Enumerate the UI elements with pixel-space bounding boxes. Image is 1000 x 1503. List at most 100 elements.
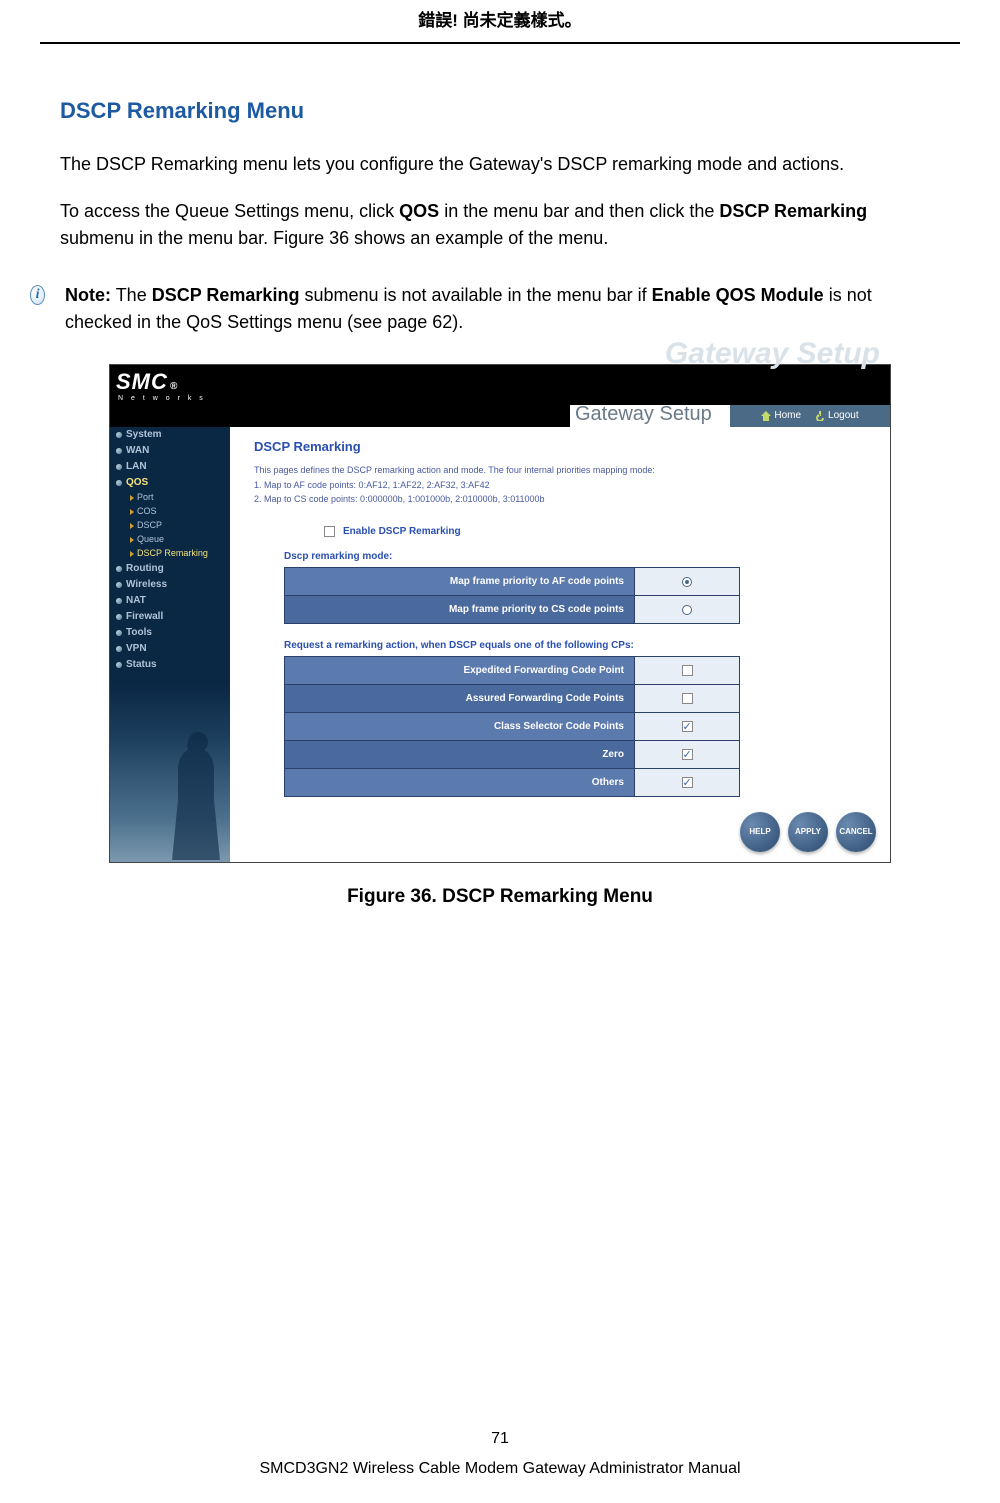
- sidebar-item-label: VPN: [126, 641, 147, 656]
- sidebar-sub-label: DSCP: [137, 519, 162, 533]
- bullet-icon: [116, 432, 122, 438]
- triangle-icon: [130, 509, 134, 515]
- footer: 71 SMCD3GN2 Wireless Cable Modem Gateway…: [0, 1427, 1000, 1481]
- main-panel: DSCP Remarking This pages defines the DS…: [230, 427, 890, 862]
- logo-text: SMC: [116, 365, 168, 398]
- table-row: Assured Forwarding Code Points: [285, 684, 740, 712]
- ui-banner: Gateway Setup Home Logout: [110, 405, 890, 427]
- sidebar-item-vpn[interactable]: VPN: [110, 641, 230, 657]
- access-paragraph: To access the Queue Settings menu, click…: [60, 198, 940, 252]
- sidebar-item-label: Routing: [126, 561, 164, 576]
- section-heading: DSCP Remarking Menu: [60, 94, 940, 127]
- cs-radio[interactable]: [682, 605, 692, 615]
- figure-caption: Figure 36. DSCP Remarking Menu: [60, 883, 940, 912]
- sidebar-item-label: System: [126, 427, 162, 442]
- ui-top-bar: SMC® N e t w o r k s Gateway Setup: [110, 365, 890, 405]
- sidebar-item-label: NAT: [126, 593, 146, 608]
- sidebar-sub-queue[interactable]: Queue: [110, 533, 230, 547]
- sidebar-sub-cos[interactable]: COS: [110, 505, 230, 519]
- page-heading: DSCP Remarking: [254, 437, 876, 457]
- enable-row: Enable DSCP Remarking: [324, 524, 876, 539]
- bullet-icon: [116, 448, 122, 454]
- sidebar-item-system[interactable]: System: [110, 427, 230, 443]
- others-checkbox[interactable]: [682, 777, 693, 788]
- request-heading: Request a remarking action, when DSCP eq…: [284, 638, 876, 653]
- bullet-icon: [116, 630, 122, 636]
- table-row: Map frame priority to CS code points: [285, 595, 740, 623]
- sidebar-sub-label: Port: [137, 491, 154, 505]
- sidebar-item-label: QOS: [126, 475, 148, 490]
- triangle-icon: [130, 537, 134, 543]
- banner-black: [110, 405, 570, 427]
- ef-checkbox[interactable]: [682, 665, 693, 676]
- cp-row-control: [635, 712, 740, 740]
- enable-dscp-checkbox[interactable]: [324, 526, 335, 537]
- sidebar-sub-port[interactable]: Port: [110, 491, 230, 505]
- cp-row-control: [635, 740, 740, 768]
- watermark-text: Gateway Setup: [665, 331, 880, 376]
- sidebar-item-wan[interactable]: WAN: [110, 443, 230, 459]
- text: submenu in the menu bar. Figure 36 shows…: [60, 228, 608, 248]
- banner-title: Gateway Setup: [575, 399, 712, 429]
- cancel-button[interactable]: CANCEL: [836, 812, 876, 852]
- mode-row-control: [635, 595, 740, 623]
- triangle-icon: [130, 495, 134, 501]
- cp-row-label: Zero: [285, 740, 635, 768]
- cp-row-label: Assured Forwarding Code Points: [285, 684, 635, 712]
- person-silhouette-icon: [168, 732, 224, 862]
- note-bold-2: Enable QOS Module: [652, 285, 824, 305]
- cs-checkbox[interactable]: [682, 721, 693, 732]
- sidebar-item-firewall[interactable]: Firewall: [110, 609, 230, 625]
- af-radio[interactable]: [682, 577, 692, 587]
- help-button[interactable]: HELP: [740, 812, 780, 852]
- logout-link-label: Logout: [828, 408, 859, 423]
- sidebar-item-routing[interactable]: Routing: [110, 561, 230, 577]
- page-content: DSCP Remarking Menu The DSCP Remarking m…: [0, 44, 1000, 912]
- sidebar-sub-dscp-remarking[interactable]: DSCP Remarking: [110, 547, 230, 561]
- bullet-icon: [116, 582, 122, 588]
- mode-table: Map frame priority to AF code points Map…: [284, 567, 740, 624]
- text: submenu is not available in the menu bar…: [299, 285, 651, 305]
- sidebar-item-label: Firewall: [126, 609, 163, 624]
- description-line: 1. Map to AF code points: 0:AF12, 1:AF22…: [254, 479, 876, 492]
- sidebar-item-label: Tools: [126, 625, 152, 640]
- table-row: Class Selector Code Points: [285, 712, 740, 740]
- ui-body: System WAN LAN QOS Port COS DSCP Queue D…: [110, 427, 890, 862]
- af-checkbox[interactable]: [682, 693, 693, 704]
- table-row: Map frame priority to AF code points: [285, 567, 740, 595]
- header-error-text: 錯誤! 尚未定義樣式。: [0, 0, 1000, 34]
- table-row: Others: [285, 768, 740, 796]
- description-line: 2. Map to CS code points: 0:000000b, 1:0…: [254, 493, 876, 506]
- logo-block: SMC® N e t w o r k s: [116, 365, 206, 405]
- sidebar-item-nat[interactable]: NAT: [110, 593, 230, 609]
- mode-row-label: Map frame priority to AF code points: [285, 567, 635, 595]
- mode-heading: Dscp remarking mode:: [284, 549, 876, 564]
- sidebar-item-label: Status: [126, 657, 157, 672]
- info-icon: i: [30, 285, 45, 305]
- cp-table: Expedited Forwarding Code Point Assured …: [284, 656, 740, 797]
- sidebar-item-wireless[interactable]: Wireless: [110, 577, 230, 593]
- sidebar-item-label: WAN: [126, 443, 149, 458]
- triangle-icon: [130, 551, 134, 557]
- table-row: Expedited Forwarding Code Point: [285, 656, 740, 684]
- note-label: Note:: [65, 285, 111, 305]
- sidebar-item-label: Wireless: [126, 577, 167, 592]
- button-row: HELP APPLY CANCEL: [740, 812, 876, 852]
- zero-checkbox[interactable]: [682, 749, 693, 760]
- bullet-icon: [116, 598, 122, 604]
- sidebar: System WAN LAN QOS Port COS DSCP Queue D…: [110, 427, 230, 862]
- sidebar-sub-label: COS: [137, 505, 157, 519]
- page-number: 71: [0, 1427, 1000, 1451]
- apply-button[interactable]: APPLY: [788, 812, 828, 852]
- footer-text: SMCD3GN2 Wireless Cable Modem Gateway Ad…: [0, 1457, 1000, 1481]
- sidebar-item-tools[interactable]: Tools: [110, 625, 230, 641]
- intro-paragraph: The DSCP Remarking menu lets you configu…: [60, 151, 940, 178]
- logout-link[interactable]: Logout: [815, 408, 859, 423]
- sidebar-item-status[interactable]: Status: [110, 657, 230, 673]
- home-link[interactable]: Home: [761, 408, 801, 423]
- sidebar-item-qos[interactable]: QOS: [110, 475, 230, 491]
- sidebar-sub-dscp[interactable]: DSCP: [110, 519, 230, 533]
- note-block: i Note: The DSCP Remarking submenu is no…: [60, 282, 940, 336]
- sidebar-sub-label: Queue: [137, 533, 164, 547]
- sidebar-item-lan[interactable]: LAN: [110, 459, 230, 475]
